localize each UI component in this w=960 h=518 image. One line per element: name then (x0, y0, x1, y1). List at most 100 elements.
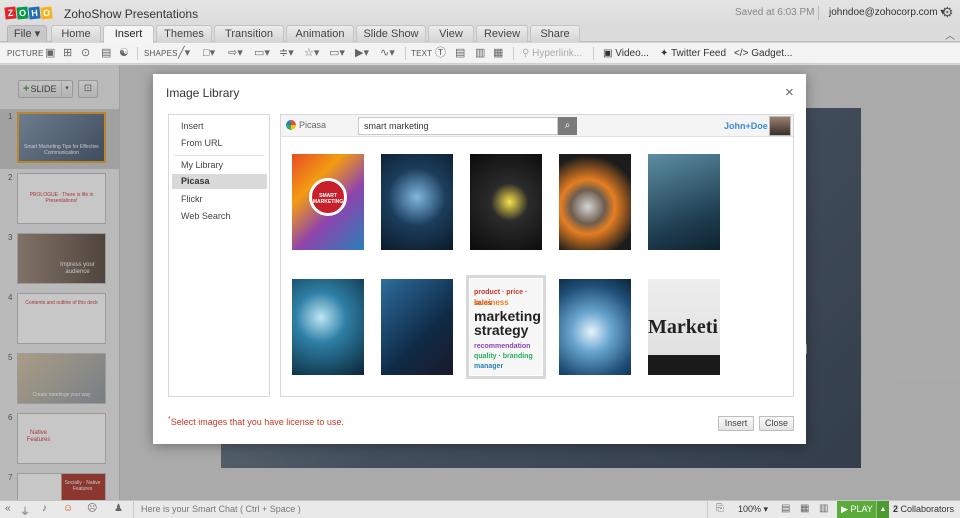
tab-themes[interactable]: Themes (156, 25, 212, 42)
image-results-panel: Picasa ⌕ John+Doe SMART MARKETING produc… (280, 114, 794, 397)
gadget-button[interactable]: </> Gadget... (734, 47, 792, 60)
file-label: File (13, 28, 32, 40)
smart-chat-input[interactable]: Here is your Smart Chat ( Ctrl + Space ) (133, 501, 708, 518)
symbol-icon[interactable]: ▥ (475, 47, 485, 60)
alerts-icon[interactable]: ♪ (42, 503, 47, 514)
license-notice: *Select images that you have license to … (168, 416, 344, 427)
image-thumb-marketing-sale[interactable]: Marketi (648, 279, 720, 375)
toolbar-divider (593, 47, 594, 60)
image-thumb-businessman-chart[interactable] (381, 279, 453, 375)
gadget-label: Gadget... (751, 48, 793, 59)
user-email: johndoe@zohocorp.com (829, 7, 938, 18)
ribbon-tabs: File ▾ Home Insert Themes Transition Ani… (0, 25, 960, 43)
image-thumb-network-hand[interactable] (648, 154, 720, 250)
equation-shape-icon[interactable]: ≑▾ (279, 47, 294, 60)
source-from-url[interactable]: From URL (172, 136, 267, 151)
collapse-panels-icon[interactable]: « (5, 503, 11, 514)
camera-icon[interactable]: ▤ (101, 47, 111, 60)
search-icon[interactable]: ⌕ (558, 117, 577, 135)
tab-animation[interactable]: Animation (286, 25, 354, 42)
zoom-select[interactable]: 100% ▾ (738, 504, 768, 515)
star-shape-icon[interactable]: ☆▾ (304, 47, 319, 60)
sorter-view-icon[interactable]: ▥ (819, 503, 828, 514)
zoho-logo: Z O H O (4, 6, 53, 20)
image-thumb-smart-marketing[interactable]: SMART MARKETING (292, 154, 364, 250)
tab-home[interactable]: Home (51, 25, 101, 42)
freeform-shape-icon[interactable]: ∿▾ (380, 47, 395, 60)
image-thumb-marketing-strategy[interactable]: product · price · sales business marketi… (466, 275, 546, 379)
source-web-search[interactable]: Web Search (172, 209, 267, 224)
collaborators-label: Collaborators (900, 504, 955, 514)
table-icon[interactable]: ▦ (493, 47, 503, 60)
source-my-library[interactable]: My Library (172, 158, 267, 173)
shapes-label: SHAPES (144, 49, 178, 58)
sale-banner (648, 355, 720, 375)
tab-view[interactable]: View (428, 25, 474, 42)
hyperlink-button[interactable]: ⚲ Hyperlink... (522, 47, 582, 60)
play-label: PLAY (850, 504, 873, 514)
header-footer-icon[interactable]: ▤ (455, 47, 465, 60)
favorite-star-icon[interactable]: ☆ (180, 5, 192, 21)
status-bar: « ⏚ ♪ ☺ ☹ ♟ Here is your Smart Chat ( Ct… (0, 500, 960, 518)
group-chat-icon[interactable]: ☹ (87, 503, 97, 514)
tab-share[interactable]: Share (530, 25, 580, 42)
twitter-icon: ✦ (660, 48, 669, 59)
textbox-icon[interactable]: Ⓣ (435, 47, 446, 60)
collapse-ribbon-icon[interactable]: ︿ (945, 27, 955, 42)
image-library-dialog: Image Library × Insert From URL My Libra… (153, 74, 806, 444)
settings-gear-icon[interactable]: ⚙ (941, 4, 954, 21)
image-thumb-cloud-apps[interactable] (292, 279, 364, 375)
normal-view-icon[interactable]: ▤ (781, 503, 790, 514)
link-share-icon[interactable]: ⎘ (716, 503, 724, 514)
image-thumb-tech-dial[interactable] (559, 154, 631, 250)
logo-letter-h: H (28, 6, 41, 20)
image-thumb-touchscreen[interactable] (381, 154, 453, 250)
account-name[interactable]: John+Doe (724, 121, 768, 131)
emoji-icon[interactable]: ☺ (63, 503, 73, 514)
grid-view-icon[interactable]: ▦ (800, 503, 809, 514)
screenshot-icon[interactable]: ⊙ (81, 47, 90, 60)
insert-button[interactable]: Insert (718, 416, 754, 431)
close-icon[interactable]: × (785, 84, 794, 101)
arrow-shape-icon[interactable]: ⇨▾ (228, 47, 243, 60)
flowchart-shape-icon[interactable]: ▭▾ (254, 47, 270, 60)
text-label: TEXT (411, 49, 433, 58)
logo-letter-o: O (16, 6, 29, 20)
toolbar-divider (137, 47, 138, 60)
close-button[interactable]: Close (759, 416, 794, 431)
collaborators-count: 2 (893, 504, 899, 514)
collaborators-button[interactable]: 2 Collaborators (893, 504, 954, 514)
source-flickr[interactable]: Flickr (172, 192, 267, 207)
rectangle-shape-icon[interactable]: □▾ (203, 47, 215, 60)
picture-label: PICTURE (7, 49, 44, 58)
image-thumb-lightbulb[interactable] (470, 154, 542, 250)
avatar (769, 116, 791, 136)
twitter-feed-button[interactable]: ✦ Twitter Feed (660, 47, 726, 60)
zoom-level: 100% (738, 504, 762, 514)
image-library-icon[interactable]: ⊞ (63, 47, 72, 60)
tab-review[interactable]: Review (476, 25, 528, 42)
file-menu-tab[interactable]: File ▾ (7, 25, 47, 42)
image-search-input[interactable] (358, 117, 558, 135)
tab-transition[interactable]: Transition (214, 25, 284, 42)
picasa-icon (286, 120, 296, 130)
callout-shape-icon[interactable]: ▭▾ (329, 47, 345, 60)
action-button-icon[interactable]: ▶▾ (355, 47, 369, 60)
line-shape-icon[interactable]: ╱▾ (178, 47, 190, 60)
tab-insert[interactable]: Insert (103, 25, 154, 43)
source-insert[interactable]: Insert (172, 119, 267, 134)
provider-label: Picasa (299, 120, 327, 130)
contacts-icon[interactable]: ♟ (114, 503, 123, 514)
play-options-icon[interactable]: ▲ (876, 501, 889, 518)
code-icon: </> (734, 48, 749, 59)
gallery-icon[interactable]: ☯ (119, 47, 129, 60)
insert-toolbar: PICTURE ▣ ⊞ ⊙ ▤ ☯ SHAPES ╱▾ □▾ ⇨▾ ▭▾ ≑▾ … (0, 43, 960, 64)
insert-picture-icon[interactable]: ▣ (45, 47, 55, 60)
source-divider (174, 155, 264, 156)
notification-bell-icon[interactable]: ⏚ (20, 503, 30, 518)
video-button[interactable]: ▣ Video... (603, 47, 649, 60)
tab-slide-show[interactable]: Slide Show (356, 25, 426, 42)
image-thumb-globe-hands[interactable] (559, 279, 631, 375)
user-menu[interactable]: johndoe@zohocorp.com ▾ (829, 7, 945, 18)
source-picasa[interactable]: Picasa (172, 174, 267, 189)
